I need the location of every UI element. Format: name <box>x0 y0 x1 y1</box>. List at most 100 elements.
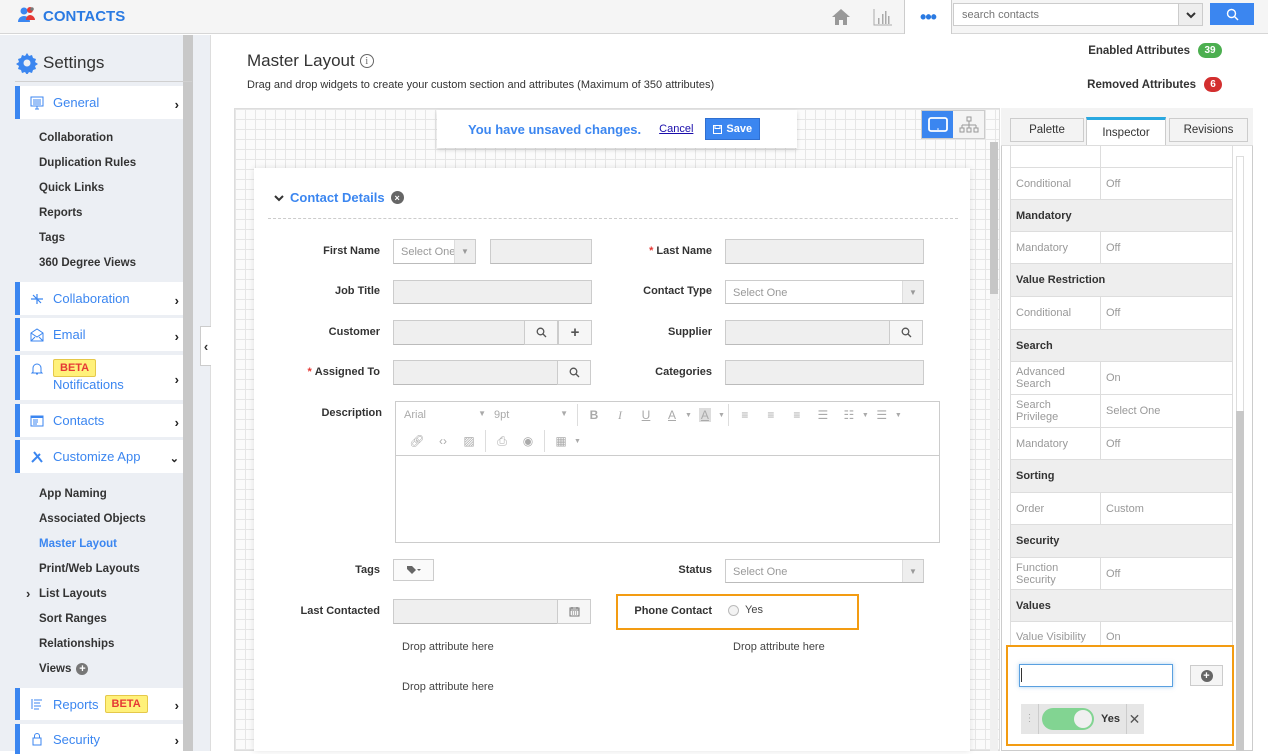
property-value[interactable]: Off <box>1101 232 1232 263</box>
sidebar-item-reports[interactable]: Reports BETA › <box>15 688 183 720</box>
sidebar-item-customize-app[interactable]: Customize App ⌄ <box>15 440 183 473</box>
sidebar-item-email[interactable]: Email › <box>15 318 183 351</box>
inspector-row[interactable]: Mandatory Off <box>1010 428 1233 460</box>
sidebar-item-contacts[interactable]: Contacts › <box>15 404 183 437</box>
drag-handle-icon[interactable]: ⋮ <box>1021 704 1039 734</box>
phone-contact-option[interactable]: Yes <box>728 604 763 616</box>
chevron-down-icon[interactable] <box>274 194 284 202</box>
link-icon[interactable]: 🔗︎ <box>404 431 430 451</box>
hierarchy-view-button[interactable] <box>953 111 984 138</box>
text-color-icon[interactable]: A <box>659 405 685 425</box>
align-left-icon[interactable]: ≡ <box>732 405 758 425</box>
preview-eye-icon[interactable]: ◉ <box>515 431 541 451</box>
analytics-button[interactable] <box>862 0 904 34</box>
sidebar-subitem-collaboration[interactable]: Collaboration <box>39 132 113 144</box>
customer-add-button[interactable]: + <box>558 320 592 345</box>
property-value[interactable]: Select One <box>1101 395 1232 427</box>
sidebar-subitem-master-layout[interactable]: Master Layout <box>39 538 117 550</box>
save-button[interactable]: Save <box>705 118 761 140</box>
print-icon[interactable]: ⎙ <box>489 431 515 451</box>
inspector-row[interactable]: Search Privilege Select One <box>1010 395 1233 428</box>
inspector-scrollbar-thumb[interactable] <box>1236 411 1244 751</box>
sidebar-subitem-quick-links[interactable]: Quick Links <box>39 182 104 194</box>
sidebar-subitem-sort-ranges[interactable]: Sort Ranges <box>39 613 107 625</box>
add-view-icon[interactable]: + <box>76 663 89 675</box>
sidebar-subitem-app-naming[interactable]: App Naming <box>39 488 107 500</box>
underline-icon[interactable]: U <box>633 405 659 425</box>
last-name-input[interactable] <box>725 239 924 264</box>
sidebar-subitem-tags[interactable]: Tags <box>39 232 65 244</box>
more-button[interactable]: ••• <box>904 0 952 34</box>
inspector-row[interactable]: Order Custom <box>1010 493 1233 525</box>
assigned-to-search-button[interactable] <box>557 360 591 385</box>
bullet-list-icon[interactable]: ☷ <box>836 405 862 425</box>
collapse-sidebar-button[interactable]: ‹ <box>200 326 211 366</box>
job-title-input[interactable] <box>393 280 592 304</box>
sidebar-item-general[interactable]: General › <box>15 86 183 119</box>
canvas-scrollbar-thumb[interactable] <box>990 142 998 294</box>
sidebar-item-notifications[interactable]: BETA Notifications › <box>15 355 183 400</box>
new-value-input[interactable] <box>1019 664 1173 687</box>
inspector-row[interactable]: Conditional Off <box>1010 168 1233 200</box>
remove-value-icon[interactable]: ✕ <box>1125 704 1142 734</box>
search-input[interactable] <box>954 4 1174 25</box>
home-button[interactable] <box>820 0 862 34</box>
sidebar-item-security[interactable]: Security › <box>15 724 183 754</box>
supplier-search-button[interactable] <box>889 320 923 345</box>
inspector-row[interactable] <box>1010 146 1233 168</box>
sidebar-subitem-print-web-layouts[interactable]: Print/Web Layouts <box>39 563 140 575</box>
customer-input[interactable] <box>393 320 525 345</box>
tab-revisions[interactable]: Revisions <box>1169 118 1248 142</box>
cancel-link[interactable]: Cancel <box>659 123 693 135</box>
value-enabled-toggle[interactable] <box>1042 708 1094 730</box>
inspector-row[interactable]: Function Security Off <box>1010 558 1233 590</box>
app-brand[interactable]: CONTACTS <box>17 6 125 27</box>
align-right-icon[interactable]: ≡ <box>784 405 810 425</box>
categories-input[interactable] <box>725 360 924 385</box>
add-value-button[interactable]: + <box>1190 665 1223 686</box>
sidebar-item-collaboration[interactable]: Collaboration › <box>15 282 183 315</box>
sidebar-subitem-reports[interactable]: Reports <box>39 207 82 219</box>
tab-palette[interactable]: Palette <box>1010 118 1084 142</box>
font-size-select[interactable]: 9pt ▼ <box>494 409 574 421</box>
first-name-prefix-select[interactable]: Select One ▼ <box>393 239 476 264</box>
property-value[interactable]: Off <box>1101 297 1232 329</box>
inspector-row[interactable]: Mandatory Off <box>1010 232 1233 264</box>
date-picker-button[interactable] <box>557 599 591 624</box>
removed-attributes[interactable]: Removed Attributes 6 <box>1087 77 1222 92</box>
sidebar-subitem-views[interactable]: Views + <box>39 663 89 675</box>
code-icon[interactable]: ‹› <box>430 431 456 451</box>
sidebar-scrollbar[interactable] <box>183 35 193 751</box>
search-dropdown-button[interactable] <box>1178 4 1202 25</box>
section-header[interactable]: Contact Details × <box>274 190 404 205</box>
sidebar-subitem-associated-objects[interactable]: Associated Objects <box>39 513 146 525</box>
supplier-input[interactable] <box>725 320 890 345</box>
desktop-view-button[interactable] <box>922 111 953 138</box>
bold-icon[interactable]: B <box>581 405 607 425</box>
property-value[interactable]: Off <box>1101 168 1232 199</box>
drop-zone[interactable]: Drop attribute here <box>402 641 494 653</box>
customer-search-button[interactable] <box>524 320 558 345</box>
property-value[interactable]: On <box>1101 362 1232 394</box>
align-justify-icon[interactable]: ☰ <box>810 405 836 425</box>
search-button[interactable] <box>1210 3 1254 25</box>
property-value[interactable] <box>1101 146 1232 167</box>
sidebar-subitem-list-layouts[interactable]: List Layouts <box>39 588 107 600</box>
highlight-color-icon[interactable]: A <box>692 405 718 425</box>
property-value[interactable]: Off <box>1101 428 1232 459</box>
property-value[interactable]: Custom <box>1101 493 1232 524</box>
remove-section-icon[interactable]: × <box>390 191 404 204</box>
font-family-select[interactable]: Arial ▼ <box>404 409 494 421</box>
sidebar-subitem-relationships[interactable]: Relationships <box>39 638 114 650</box>
inspector-row[interactable]: Conditional Off <box>1010 297 1233 330</box>
status-select[interactable]: Select One ▼ <box>725 559 924 583</box>
tags-dropdown-button[interactable] <box>393 559 434 581</box>
inspector-row[interactable]: Advanced Search On <box>1010 362 1233 395</box>
align-center-icon[interactable]: ≡ <box>758 405 784 425</box>
drop-zone[interactable]: Drop attribute here <box>733 641 825 653</box>
image-icon[interactable]: ▨ <box>456 431 482 451</box>
last-contacted-input[interactable] <box>393 599 558 624</box>
assigned-to-input[interactable] <box>393 360 558 385</box>
first-name-input[interactable] <box>490 239 592 264</box>
info-icon[interactable]: i <box>359 54 374 68</box>
